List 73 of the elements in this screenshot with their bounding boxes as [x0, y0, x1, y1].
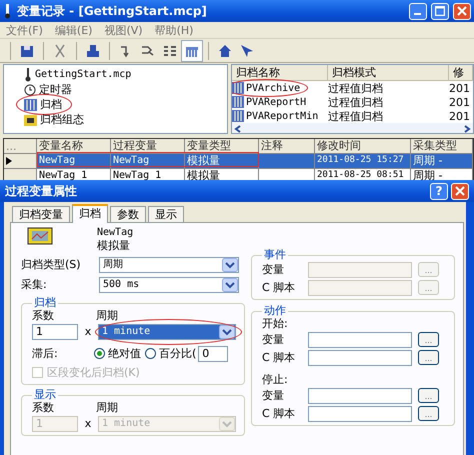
field-label: C 脚本 — [262, 281, 296, 294]
radio-button[interactable]: 绝对值 — [94, 347, 141, 360]
field-label: C 脚本 — [262, 351, 296, 364]
section-label: 停止: — [262, 373, 289, 386]
tab[interactable]: 归档 — [72, 204, 108, 223]
field-label: 滞后: — [32, 347, 59, 360]
browse-button[interactable]: ... — [418, 350, 439, 365]
field-label: 变量 — [262, 333, 285, 346]
menu-item[interactable]: 帮助(H) — [154, 22, 194, 38]
input-field[interactable]: 1 — [32, 324, 78, 340]
radio-button[interactable]: 百分比( — [145, 347, 196, 360]
tag-type: 模拟量 — [97, 239, 131, 252]
field-label: 采集: — [21, 278, 48, 291]
browse-button[interactable]: ... — [418, 406, 439, 421]
tree-item[interactable]: 定时器 — [39, 82, 72, 97]
checkbox-label: 区段变化后归档(K) — [47, 366, 140, 379]
tree-item[interactable]: 归档 — [40, 97, 62, 112]
table-cell: 2011-08-25 15:27 — [315, 154, 411, 168]
field-label: C 脚本 — [262, 407, 296, 420]
multiply-sign: x — [84, 417, 92, 430]
group-title: 显示 — [33, 389, 57, 401]
table-cell: 周期 - — [411, 154, 473, 168]
help-button[interactable]: ? — [430, 182, 448, 200]
dialog-title: 过程变量属性 — [5, 182, 78, 200]
table-cell: 模拟量 — [185, 154, 259, 168]
column-header[interactable]: 变量名称 — [37, 139, 111, 153]
column-header[interactable]: 修 — [449, 65, 473, 80]
field-label: 周期 — [96, 309, 118, 322]
column-header[interactable]: 修改时间 — [315, 139, 411, 153]
tab[interactable]: 显示 — [148, 206, 184, 222]
window-title: 变量记录 - [GettingStart.mcp] — [17, 2, 208, 20]
section-label: 开始: — [262, 317, 289, 330]
table-cell-text: 201 — [449, 96, 471, 108]
tab[interactable]: 归档变量 — [12, 206, 70, 222]
menu-item[interactable]: 文件(F) — [6, 22, 43, 38]
table-cell-text: 过程值归档 — [328, 94, 384, 110]
list-item[interactable]: PVAReportMin — [246, 110, 318, 122]
field-label: 归档类型(S) — [21, 258, 82, 271]
field-label: 变量 — [262, 263, 285, 276]
field-label: 系数 — [32, 309, 55, 322]
list-item[interactable]: PVAReportH — [246, 96, 306, 108]
field-label: 周期 — [96, 401, 118, 414]
column-header[interactable]: 归档名称 — [232, 65, 328, 80]
group-title: 归档 — [33, 297, 57, 309]
table-cell-text: 201 — [449, 82, 471, 94]
table-cell-text: 201 — [449, 110, 471, 122]
browse-button[interactable]: ... — [418, 332, 439, 347]
dropdown[interactable]: 500 ms — [99, 276, 239, 292]
multiply-sign: x — [84, 325, 92, 338]
field-label: 系数 — [32, 401, 55, 414]
group-title: 动作 — [263, 305, 287, 317]
column-header[interactable]: 变量类型 — [185, 139, 259, 153]
list-item[interactable]: PVArchive — [246, 82, 300, 94]
field-label: 变量 — [262, 389, 285, 402]
dropdown[interactable]: 周期 — [99, 256, 239, 272]
browse-button[interactable]: ... — [418, 388, 439, 403]
column-header[interactable]: 过程变量 — [111, 139, 185, 153]
menu-item[interactable]: 编辑(E) — [54, 22, 92, 38]
table-cell: NewTag — [37, 154, 111, 168]
dropdown[interactable]: 1 minute — [98, 324, 236, 340]
group-title: 事件 — [263, 249, 287, 261]
column-header[interactable]: 归档模式 — [328, 65, 449, 80]
column-header[interactable]: 注释 — [259, 139, 315, 153]
tab[interactable]: 参数 — [110, 206, 146, 222]
input-field[interactable]: 0 — [198, 346, 228, 362]
table-cell-text: 过程值归档 — [328, 108, 384, 124]
column-header[interactable]: 采集类型 — [411, 139, 473, 153]
tree-item[interactable]: 归档组态 — [40, 112, 84, 127]
menu-item[interactable]: 视图(V) — [104, 22, 143, 38]
table-cell: NewTag — [111, 154, 185, 168]
tree-item[interactable]: GettingStart.mcp — [35, 69, 132, 80]
tag-name: NewTag — [97, 226, 134, 239]
table-cell-text: 过程值归档 — [328, 80, 384, 96]
